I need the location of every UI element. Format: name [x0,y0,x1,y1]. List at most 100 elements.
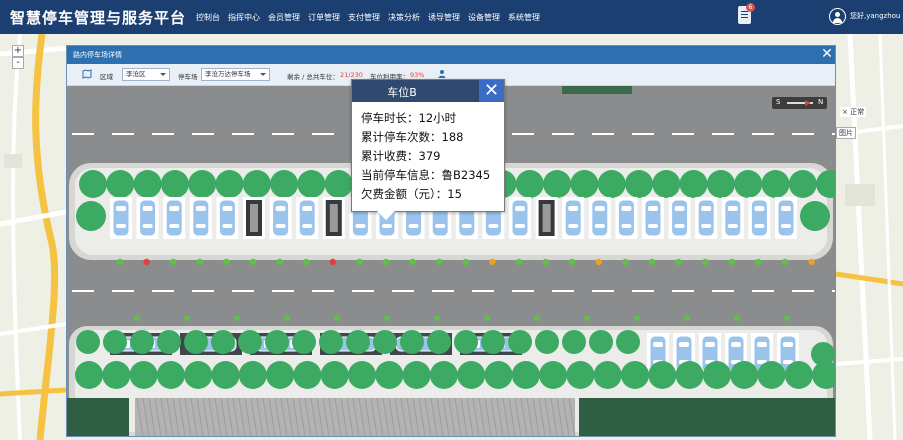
sensor-light [356,258,363,266]
tree [238,330,262,354]
car-windshield [621,206,632,211]
notification-badge: 6 [746,3,755,12]
sensor-light [384,315,390,321]
parking-lot-select[interactable]: 李沧万达停车场 [201,68,270,81]
sensor-light [675,258,682,266]
lane-marking [112,133,134,135]
nav-item-analysis[interactable]: 决策分析 [388,12,420,23]
car-occupied[interactable] [591,199,609,237]
tree [270,170,299,198]
car-rear-window [195,224,206,228]
empty-spot-mark [542,204,551,232]
car-occupied[interactable] [777,199,795,237]
nav-item-payments[interactable]: 支付管理 [348,12,380,23]
nav-item-command-center[interactable]: 指挥中心 [228,12,260,23]
tree [129,361,158,389]
tree [543,170,572,198]
map-image-button[interactable]: 图片 [836,127,856,139]
tree [484,361,513,389]
sensor-light [634,315,640,321]
nav-item-members[interactable]: 会员管理 [268,12,300,23]
area-select[interactable]: 李沧区 [122,68,170,81]
user-icon[interactable] [437,69,447,79]
car-occupied[interactable] [724,199,742,237]
tree [106,170,135,198]
car-occupied[interactable] [298,199,316,237]
car-windshield [705,342,715,347]
tree [184,330,208,354]
tree [427,330,451,354]
popup-title: 车位B [387,86,417,99]
car-rear-window [461,224,472,228]
car-occupied[interactable] [139,199,157,237]
zoom-out-button[interactable]: - [12,57,24,69]
zoom-in-button[interactable]: + [12,45,24,57]
sensor-light [462,258,469,266]
tree [215,170,244,198]
tree [593,361,622,389]
sensor-light [196,258,203,266]
lane-marking [712,290,734,292]
car-occupied[interactable] [750,199,768,237]
popup-close-button[interactable]: ✕ [479,80,504,102]
car-occupied[interactable] [511,199,529,237]
car-occupied[interactable] [697,199,715,237]
remaining-spots-label: 剩余 / 总共车位： [287,73,339,81]
car-occupied[interactable] [644,199,662,237]
car-windshield [116,206,126,211]
tree [616,330,640,354]
car-occupied[interactable] [112,199,130,237]
tree [76,330,100,354]
green-zone [67,398,129,436]
car-windshield [222,206,233,211]
lane-marking [72,133,94,135]
lane-marking [592,290,614,292]
nav-item-devices[interactable]: 设备管理 [468,12,500,23]
tree [375,361,404,389]
car-windshield [275,206,286,211]
car-occupied[interactable] [671,199,689,237]
modal-close-button[interactable]: ✕ [819,47,835,63]
sensor-light [334,315,340,321]
compass-icon: S N [772,97,827,109]
tree [454,330,478,354]
tree [621,361,649,389]
sensor-light [409,258,416,266]
nav-item-guidance[interactable]: 诱导管理 [428,12,460,23]
car-occupied[interactable] [165,199,183,237]
sensor-light [249,258,257,266]
nav-item-orders[interactable]: 订单管理 [308,12,340,23]
user-greeting[interactable]: 您好,yangzhou [850,11,900,21]
car-occupied[interactable] [272,199,290,237]
compass-south: S [776,98,781,106]
car-rear-window [355,224,366,228]
area-label: 区域 [100,73,113,81]
car-occupied[interactable] [218,199,236,237]
tree [346,330,370,354]
tree [652,170,681,198]
car-rear-window [435,224,446,228]
car-windshield [731,342,741,347]
sensor-light [534,315,540,321]
car-occupied[interactable] [192,199,210,237]
sensor-light [684,315,690,321]
car-occupied[interactable] [564,199,582,237]
user-avatar-icon[interactable] [829,8,846,25]
tree [784,361,813,389]
lane-marking [312,290,334,292]
lane-marking [552,133,574,135]
tree [597,170,626,198]
sensor-light [728,258,735,266]
car-rear-window [568,224,579,228]
car-occupied[interactable] [617,199,635,237]
car-windshield [674,206,685,211]
nav-item-console[interactable]: 控制台 [196,12,220,23]
sensor-light [434,315,440,321]
parking-duration: 停车时长：12小时 [361,111,457,125]
tree [562,330,586,354]
lane-marking [512,133,534,135]
car-windshield [757,342,767,347]
usage-rate-value: 93% [410,71,425,79]
lane-marking [432,290,454,292]
nav-item-system[interactable]: 系统管理 [508,12,540,23]
